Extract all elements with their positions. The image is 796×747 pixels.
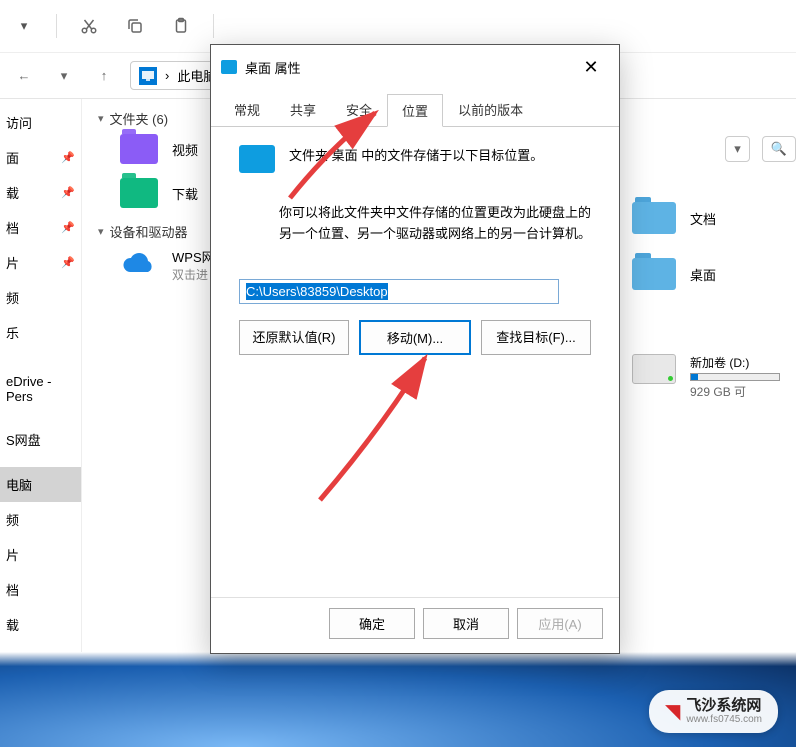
sidebar-item-music[interactable]: 乐 [0, 315, 81, 350]
sidebar-item-label: 片 [6, 253, 19, 272]
folder-label: 文档 [690, 209, 716, 228]
sidebar-item-downloads[interactable]: 载📌 [0, 175, 81, 210]
paste-icon[interactable] [165, 10, 197, 42]
dialog-title: 桌面 属性 [245, 58, 301, 77]
drive-icon [632, 354, 676, 384]
up-button[interactable]: ↑ [90, 62, 118, 90]
sidebar-item-thispc[interactable]: 电脑 [0, 467, 81, 502]
section-title: 设备和驱动器 [110, 222, 188, 241]
pin-icon: 📌 [61, 186, 75, 199]
sidebar-item-label: eDrive - Pers [6, 374, 75, 404]
move-button[interactable]: 移动(M)... [359, 320, 471, 355]
tab-general[interactable]: 常规 [219, 93, 275, 126]
sidebar-item-label: 载 [6, 615, 19, 634]
sidebar-item-label: 访问 [6, 113, 32, 132]
sidebar-item-pictures2[interactable]: 片 [0, 537, 81, 572]
dialog-heading: 文件夹 桌面 中的文件存储于以下目标位置。 [289, 145, 543, 164]
folder-icon [239, 145, 275, 173]
cut-icon[interactable] [73, 10, 105, 42]
sidebar-item-label: 片 [6, 545, 19, 564]
section-title: 文件夹 (6) [110, 109, 169, 128]
tab-location[interactable]: 位置 [387, 94, 443, 127]
dialog-footer: 确定 取消 应用(A) [211, 597, 619, 653]
sidebar-item-label: 档 [6, 580, 19, 599]
restore-default-button[interactable]: 还原默认值(R) [239, 320, 349, 355]
chevron-down-icon[interactable]: ▾ [50, 62, 78, 90]
sidebar-item-videos2[interactable]: 频 [0, 502, 81, 537]
sidebar-item-videos[interactable]: 频 [0, 280, 81, 315]
watermark-url: www.fs0745.com [686, 714, 762, 725]
dialog-body: 文件夹 桌面 中的文件存储于以下目标位置。 你可以将此文件夹中文件存储的位置更改… [211, 127, 619, 597]
close-button[interactable]: ✕ [573, 53, 609, 81]
folder-icon [632, 258, 676, 290]
cloud-icon [120, 250, 158, 280]
sidebar-item-label: S网盘 [6, 430, 41, 449]
cancel-button[interactable]: 取消 [423, 608, 509, 639]
right-items: ▾ 🔍 文档 桌面 新加卷 (D:) 929 GB 可 [632, 136, 796, 400]
sidebar-item-label: 频 [6, 510, 19, 529]
sidebar-item-wps[interactable]: S网盘 [0, 422, 81, 457]
sidebar-item-onedrive[interactable]: eDrive - Pers [0, 366, 81, 412]
device-sub: 双击进 [172, 266, 215, 283]
folder-desktop[interactable]: 桌面 [632, 258, 796, 290]
folder-label: 桌面 [690, 265, 716, 284]
folder-icon [221, 60, 237, 74]
pin-icon: 📌 [61, 151, 75, 164]
sidebar-item-label: 档 [6, 218, 19, 237]
path-input[interactable]: C:\Users\83859\Desktop [239, 279, 559, 304]
sidebar-item-label: 面 [6, 148, 19, 167]
folder-icon [632, 202, 676, 234]
folder-documents[interactable]: 文档 [632, 202, 796, 234]
copy-icon[interactable] [119, 10, 151, 42]
search-button[interactable]: 🔍 [762, 136, 796, 162]
sidebar: 访问 面📌 载📌 档📌 片📌 频 乐 eDrive - Pers S网盘 电脑 … [0, 99, 82, 658]
drive-d[interactable]: 新加卷 (D:) 929 GB 可 [632, 354, 796, 400]
watermark: ◥ 飞沙系统网 www.fs0745.com [649, 690, 778, 734]
sidebar-item-label: 频 [6, 288, 19, 307]
ok-button[interactable]: 确定 [329, 608, 415, 639]
pin-icon: 📌 [61, 221, 75, 234]
sidebar-item-documents2[interactable]: 档 [0, 572, 81, 607]
folder-icon [120, 134, 158, 164]
drive-usage-bar [690, 373, 780, 381]
pin-icon: 📌 [61, 256, 75, 269]
sidebar-item-documents[interactable]: 档📌 [0, 210, 81, 245]
properties-dialog: 桌面 属性 ✕ 常规 共享 安全 位置 以前的版本 文件夹 桌面 中的文件存储于… [210, 44, 620, 654]
sidebar-item-desktop[interactable]: 面📌 [0, 140, 81, 175]
dialog-tabs: 常规 共享 安全 位置 以前的版本 [211, 89, 619, 127]
dialog-description: 你可以将此文件夹中文件存储的位置更改为此硬盘上的另一个位置、另一个驱动器或网络上… [279, 203, 591, 245]
find-target-button[interactable]: 查找目标(F)... [481, 320, 591, 355]
tab-security[interactable]: 安全 [331, 93, 387, 126]
sidebar-item-label: 电脑 [6, 475, 32, 494]
chevron-down-icon: ▾ [98, 225, 104, 238]
sidebar-item-label: 载 [6, 183, 19, 202]
back-button[interactable]: ← [10, 62, 38, 90]
sidebar-item-quick-access[interactable]: 访问 [0, 105, 81, 140]
this-pc-icon [139, 67, 157, 85]
dropdown-button[interactable]: ▾ [725, 136, 750, 162]
folder-label: 下载 [172, 184, 198, 203]
device-label: WPS网 [172, 247, 215, 266]
breadcrumb-arrow: › [165, 68, 169, 83]
chevron-down-icon[interactable]: ▾ [8, 10, 40, 42]
sidebar-item-label: 乐 [6, 323, 19, 342]
drive-label: 新加卷 (D:) [690, 354, 780, 371]
apply-button[interactable]: 应用(A) [517, 608, 603, 639]
sidebar-item-downloads2[interactable]: 载 [0, 607, 81, 642]
folder-icon [120, 178, 158, 208]
sidebar-item-pictures[interactable]: 片📌 [0, 245, 81, 280]
dialog-titlebar: 桌面 属性 ✕ [211, 45, 619, 89]
drive-free: 929 GB 可 [690, 383, 780, 400]
watermark-title: 飞沙系统网 [686, 698, 762, 715]
chevron-down-icon: ▾ [98, 112, 104, 125]
tab-sharing[interactable]: 共享 [275, 93, 331, 126]
tab-previous-versions[interactable]: 以前的版本 [443, 93, 538, 126]
folder-label: 视频 [172, 140, 198, 159]
logo-icon: ◥ [665, 699, 680, 724]
